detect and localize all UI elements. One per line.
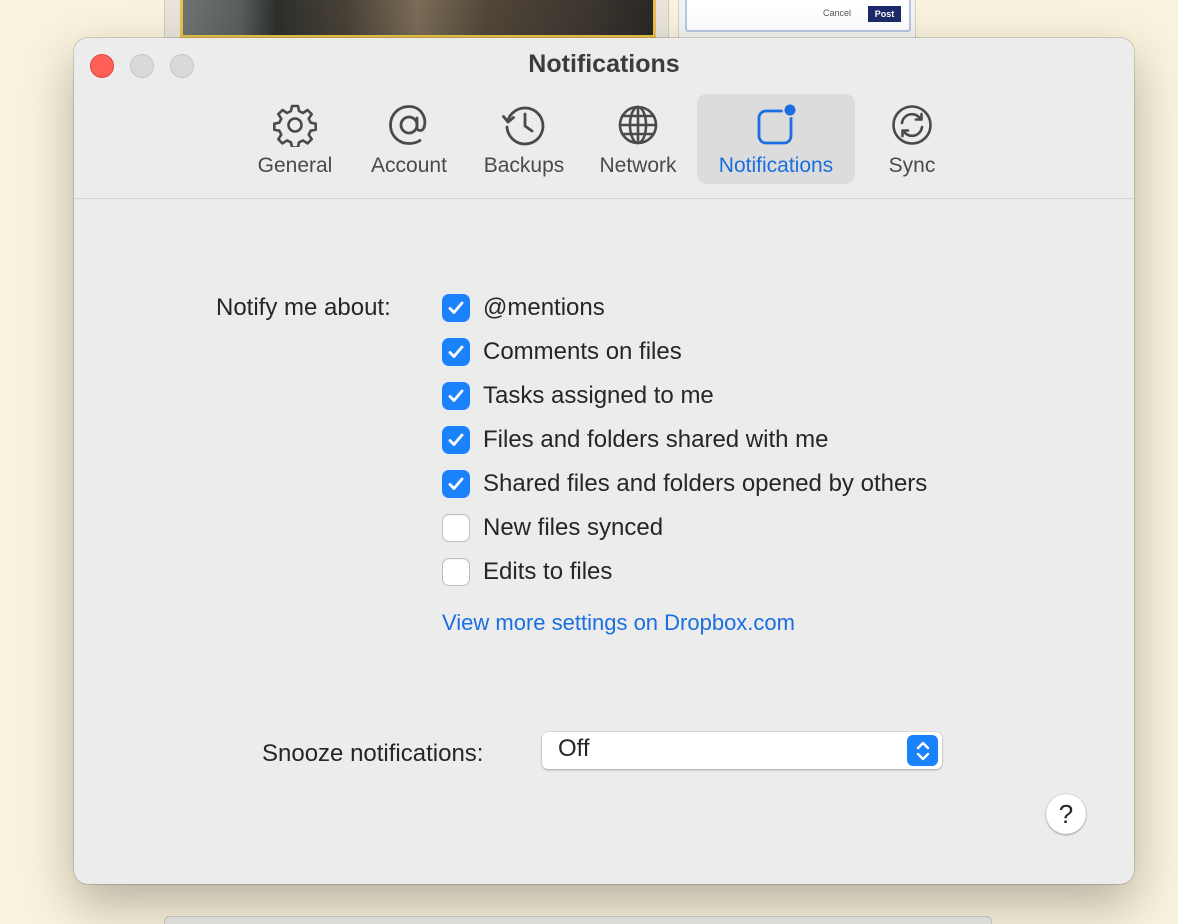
gear-icon (272, 102, 318, 148)
option-label: Comments on files (483, 338, 682, 365)
background-photo (180, 0, 656, 38)
option-label: Tasks assigned to me (483, 382, 714, 409)
notify-me-about-label: Notify me about: (216, 294, 391, 321)
option-mentions[interactable]: @mentions (442, 293, 605, 323)
background-cancel-button: Cancel (823, 8, 852, 18)
snooze-notifications-label: Snooze notifications: (262, 740, 484, 767)
edits-to-files-checkbox[interactable] (442, 558, 470, 586)
option-comments-on-files[interactable]: Comments on files (442, 337, 682, 367)
option-label: Edits to files (483, 558, 613, 585)
notifications-panel: Notify me about: @mentions Comments on f… (74, 200, 1134, 884)
snooze-selected-value: Off (558, 735, 590, 762)
preferences-window: Notifications General Account Backups Ne… (74, 38, 1134, 884)
tab-network-label: Network (599, 154, 677, 177)
option-shared-with-me[interactable]: Files and folders shared with me (442, 425, 829, 455)
opened-by-others-checkbox[interactable] (442, 470, 470, 498)
checkmark-icon (448, 433, 464, 446)
view-more-settings-link[interactable]: View more settings on Dropbox.com (442, 610, 795, 636)
option-tasks-assigned[interactable]: Tasks assigned to me (442, 381, 714, 411)
tab-account[interactable]: Account (362, 94, 456, 184)
option-edits-to-files[interactable]: Edits to files (442, 557, 612, 587)
tab-account-label: Account (371, 154, 447, 177)
tab-backups[interactable]: Backups (476, 94, 572, 184)
at-sign-icon (386, 102, 432, 148)
globe-icon (615, 102, 661, 148)
mentions-checkbox[interactable] (442, 294, 470, 322)
stepper-chevrons-icon (907, 735, 938, 766)
option-label: New files synced (483, 514, 664, 541)
tasks-checkbox[interactable] (442, 382, 470, 410)
checkmark-icon (448, 477, 464, 490)
background-post-button: Post (868, 6, 901, 22)
new-files-synced-checkbox[interactable] (442, 514, 470, 542)
checkmark-icon (448, 345, 464, 358)
tab-general[interactable]: General (250, 94, 340, 184)
option-label: @mentions (483, 294, 605, 321)
tab-general-label: General (257, 154, 333, 177)
shared-with-me-checkbox[interactable] (442, 426, 470, 454)
background-window-bottom (164, 916, 992, 924)
tab-sync[interactable]: Sync (868, 94, 956, 184)
notification-badge-icon (753, 102, 799, 148)
comments-checkbox[interactable] (442, 338, 470, 366)
window-title: Notifications (528, 50, 680, 78)
history-clock-icon (501, 102, 547, 148)
tab-network[interactable]: Network (592, 94, 684, 184)
sync-icon (889, 102, 935, 148)
snooze-select[interactable]: Off (542, 732, 942, 769)
help-button[interactable]: ? (1046, 794, 1086, 834)
option-new-files-synced[interactable]: New files synced (442, 513, 663, 543)
checkmark-icon (448, 389, 464, 402)
option-opened-by-others[interactable]: Shared files and folders opened by other… (442, 469, 927, 499)
tab-notifications[interactable]: Notifications (697, 94, 855, 184)
checkmark-icon (448, 301, 464, 314)
tab-backups-label: Backups (483, 154, 565, 177)
toolbar: Notifications General Account Backups Ne… (74, 38, 1134, 199)
option-label: Files and folders shared with me (483, 426, 829, 453)
tab-sync-label: Sync (888, 154, 936, 177)
tab-notifications-label: Notifications (718, 154, 834, 177)
option-label: Shared files and folders opened by other… (483, 470, 928, 497)
